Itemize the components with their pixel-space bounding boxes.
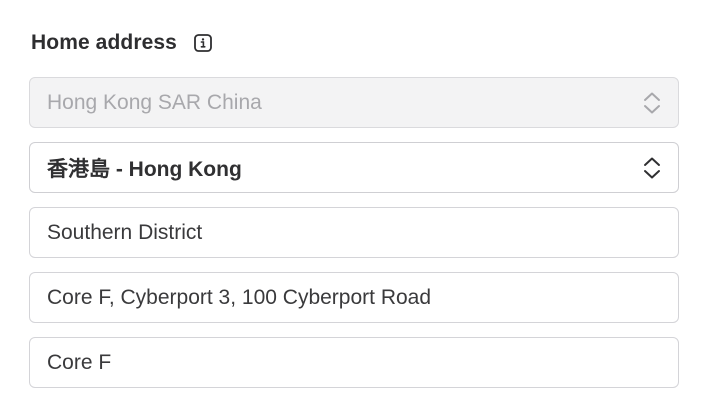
district-field[interactable]: Southern District [29,207,679,258]
country-select: Hong Kong SAR China [29,77,679,128]
street-address-value: Core F, Cyberport 3, 100 Cyberport Road [47,285,432,309]
home-address-header: Home address [31,28,213,58]
chevron-up-down-icon[interactable] [642,155,662,181]
region-select[interactable]: 香港島 - Hong Kong [29,142,679,193]
street-address-field[interactable]: Core F, Cyberport 3, 100 Cyberport Road [29,272,679,323]
info-icon[interactable] [193,33,213,53]
chevron-up-down-icon [642,90,662,116]
region-value: 香港島 - Hong Kong [47,157,242,181]
unit-field[interactable]: Core F [29,337,679,388]
unit-value: Core F [47,350,112,374]
home-address-section: Home address Hong Kong SAR China 香港島 - H… [0,0,706,416]
country-value: Hong Kong SAR China [47,90,262,114]
district-value: Southern District [47,220,203,244]
home-address-label: Home address [31,31,177,54]
